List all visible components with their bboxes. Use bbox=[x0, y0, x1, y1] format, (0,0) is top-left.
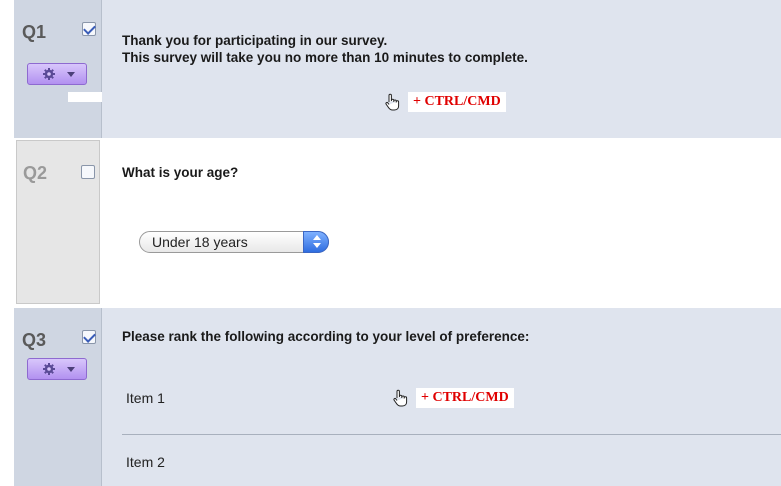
question-number: Q3 bbox=[22, 330, 47, 350]
ctrl-cmd-hint: + CTRL/CMD bbox=[384, 92, 506, 112]
question-checkbox[interactable] bbox=[82, 22, 96, 36]
gear-icon bbox=[43, 363, 55, 375]
question-gutter: Q1 bbox=[14, 0, 102, 138]
item-divider bbox=[122, 434, 781, 435]
question-content: What is your age? Under 18 years bbox=[102, 138, 781, 308]
age-select-value: Under 18 years bbox=[152, 234, 248, 250]
ctrl-cmd-label: + CTRL/CMD bbox=[408, 92, 506, 112]
age-select[interactable]: Under 18 years bbox=[139, 231, 329, 253]
chevron-down-icon bbox=[313, 243, 321, 248]
question-text-line-2: This survey will take you no more than 1… bbox=[122, 50, 528, 65]
question-gutter: Q2 bbox=[16, 140, 100, 304]
ctrl-cmd-label: + CTRL/CMD bbox=[416, 388, 514, 408]
question-block-q2[interactable]: Q2 What is your age? Under 18 years bbox=[14, 138, 781, 308]
ctrl-cmd-hint: + CTRL/CMD bbox=[392, 388, 514, 408]
question-number: Q2 bbox=[23, 163, 48, 183]
question-block-q1[interactable]: Q1 Thank you for participating in our su… bbox=[14, 0, 781, 138]
hand-pointer-icon bbox=[385, 93, 400, 111]
survey-editor: Q1 Thank you for participating in our su… bbox=[14, 0, 781, 486]
question-content: Please rank the following according to y… bbox=[102, 308, 781, 486]
chevron-down-icon bbox=[67, 367, 75, 372]
question-checkbox[interactable] bbox=[82, 330, 96, 344]
rank-item[interactable]: Item 2 bbox=[126, 454, 165, 470]
question-text: Please rank the following according to y… bbox=[122, 329, 530, 344]
question-text-line-1: Thank you for participating in our surve… bbox=[122, 33, 388, 48]
question-options-button[interactable] bbox=[27, 63, 87, 85]
gear-icon bbox=[43, 68, 55, 80]
question-checkbox[interactable] bbox=[81, 165, 95, 179]
question-block-q3[interactable]: Q3 Please rank the following according t… bbox=[14, 308, 781, 486]
chevron-up-icon bbox=[313, 235, 321, 240]
hand-pointer-icon bbox=[393, 389, 408, 407]
question-options-button[interactable] bbox=[27, 358, 87, 380]
rank-item[interactable]: Item 1 bbox=[126, 390, 165, 406]
question-text: What is your age? bbox=[122, 165, 239, 180]
chevron-down-icon bbox=[67, 72, 75, 77]
question-number: Q1 bbox=[22, 22, 47, 42]
question-content: Thank you for participating in our surve… bbox=[102, 0, 781, 138]
question-gutter: Q3 bbox=[14, 308, 102, 486]
select-arrows bbox=[303, 231, 329, 253]
